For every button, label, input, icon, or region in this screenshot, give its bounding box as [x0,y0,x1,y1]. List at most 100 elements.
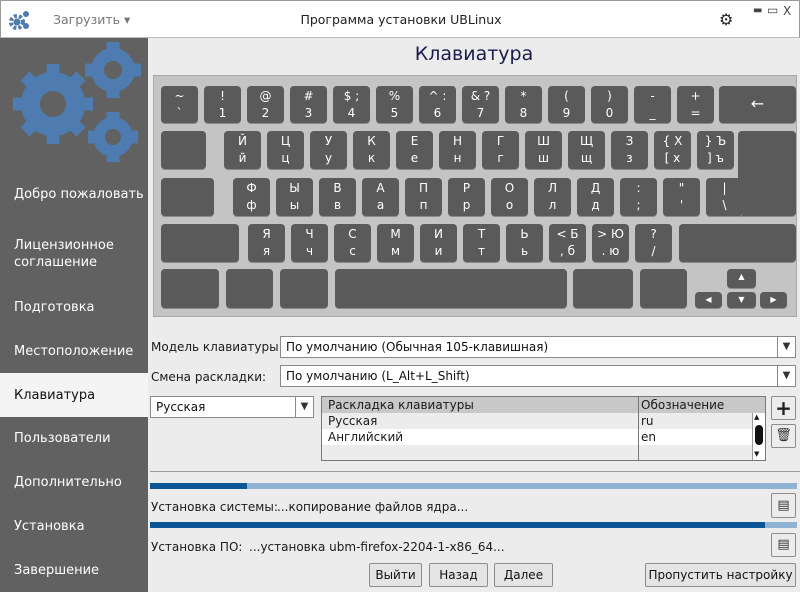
keyboard-key [161,131,206,169]
key-upper-label: ← [750,94,765,113]
key-lower-label: й [238,151,247,165]
add-layout-button[interactable]: + [771,396,796,420]
software-install-label: Установка ПО: [151,540,243,554]
key-upper-label: Т [477,227,486,241]
key-upper-label: Й [238,134,247,148]
layout-select[interactable]: Русская ▼ [150,396,314,418]
keyboard-model-select[interactable]: По умолчанию (Обычная 105-клавишная) ▼ [280,336,796,358]
gear-icon[interactable]: ⚙ [719,10,733,29]
minimize-button[interactable]: ▬ [753,5,762,16]
next-button[interactable]: Далее [494,563,553,587]
scroll-down-icon[interactable]: ▼ [754,450,759,458]
system-log-button[interactable]: ▤ [771,493,796,518]
system-progress-bar [150,483,797,489]
key-upper-label: Щ [579,134,594,148]
keyboard-key: ) 0 [591,86,628,123]
trash-icon: 🗑 [775,428,792,443]
key-lower-label: щ [580,151,593,165]
remove-layout-button[interactable]: 🗑 [771,424,796,448]
keyboard-key [161,269,219,308]
key-upper-label: О [504,181,515,195]
keyboard-key: Вв [319,178,356,216]
key-upper-label: М [390,227,401,241]
separator [150,471,800,472]
key-lower-label: ] ъ [707,151,724,165]
plus-icon: + [775,396,792,420]
maximize-button[interactable]: ▭ [767,3,778,17]
sidebar-item-welcome[interactable]: Добро пожаловать [0,174,148,214]
key-upper-label: ▲ [738,272,745,281]
key-lower-label: = [690,106,701,120]
key-upper-label: { Х [662,134,683,148]
keyboard-key: ▲ [727,269,756,288]
sidebar: Добро пожаловать Лицензионное соглашение… [0,38,148,592]
key-lower-label: ь [520,244,529,258]
key-lower-label: 0 [605,106,614,120]
page-title: Клавиатура [414,43,534,65]
exit-button[interactable]: Выйти [369,563,422,587]
key-lower-label: 5 [390,106,399,120]
key-upper-label: + [690,89,701,103]
key-lower-label: 4 [347,106,356,120]
keyboard-key: ◀ [695,292,722,308]
keyboard-key: * 8 [505,86,542,123]
key-upper-label: | [722,181,727,195]
log-icon: ▤ [777,498,790,513]
key-upper-label: Д [590,181,601,195]
keyboard-key [161,178,214,216]
scroll-up-icon[interactable]: ▲ [754,413,759,421]
back-button[interactable]: Назад [429,563,488,587]
key-upper-label: ! [220,89,225,103]
layout-switch-select[interactable]: По умолчанию (L_Alt+L_Shift) ▼ [280,365,796,387]
keyboard-key: Зз [611,131,648,169]
layout-code: en [641,430,656,444]
keyboard-key: Рр [448,178,485,216]
key-lower-label: ' [679,198,684,212]
keyboard-key: Пп [405,178,442,216]
sidebar-item-keyboard[interactable]: Клавиатура [0,373,148,417]
keyboard-key: ▼ [727,292,756,308]
close-button[interactable]: X [783,4,791,18]
keyboard-key: Дд [577,178,614,216]
sidebar-item-preparation[interactable]: Подготовка [0,297,148,317]
key-upper-label: > Ю [597,227,624,241]
sidebar-item-license[interactable]: Лицензионное соглашение [0,234,148,274]
key-upper-label: Ц [280,134,291,148]
key-upper-label: А [376,181,385,195]
software-install-status: ...установка ubm-firefox-2204-1-x86_64..… [249,540,505,554]
key-upper-label: Р [462,181,471,195]
key-upper-label: Ы [289,181,300,195]
key-lower-label: л [548,198,557,212]
keyboard-key: Уу [310,131,347,169]
sidebar-item-finish[interactable]: Завершение [0,560,148,580]
key-upper-label: ▶ [770,295,777,304]
sidebar-item-location[interactable]: Местоположение [0,341,148,361]
software-log-button[interactable]: ▤ [771,533,796,557]
key-lower-label: у [324,151,333,165]
table-row[interactable]: Русская ru [322,413,752,429]
skip-setup-button[interactable]: Пропустить настройку [645,563,796,587]
sidebar-item-advanced[interactable]: Дополнительно [0,472,148,492]
keyboard-key: & ? 7 [462,86,499,123]
scrollbar[interactable]: ▲ ▼ [752,413,765,460]
keyboard-key: % 5 [376,86,413,123]
key-lower-label: _ [649,106,656,120]
layout-switch-value: По умолчанию (L_Alt+L_Shift) [286,369,470,383]
table-row[interactable]: Английский en [322,429,752,445]
key-lower-label: , б [559,244,576,258]
key-upper-label: С [348,227,357,241]
key-upper-label: } Ъ [704,134,727,148]
sidebar-item-users[interactable]: Пользователи [0,428,148,448]
keyboard-key [226,269,273,308]
scrollbar-thumb[interactable] [755,425,763,445]
column-header-code[interactable]: Обозначение [641,397,724,413]
key-lower-label: и [434,244,443,258]
sidebar-item-install[interactable]: Установка [0,516,148,536]
chevron-down-icon: ▼ [777,337,795,357]
key-upper-label: ▼ [738,295,745,304]
key-upper-label: # [303,89,314,103]
system-install-label: Установка системы: [151,500,278,514]
keyboard-key: + = [677,86,714,123]
keyboard-key: Сс [334,224,371,262]
column-header-layout[interactable]: Раскладка клавиатуры [328,397,474,413]
